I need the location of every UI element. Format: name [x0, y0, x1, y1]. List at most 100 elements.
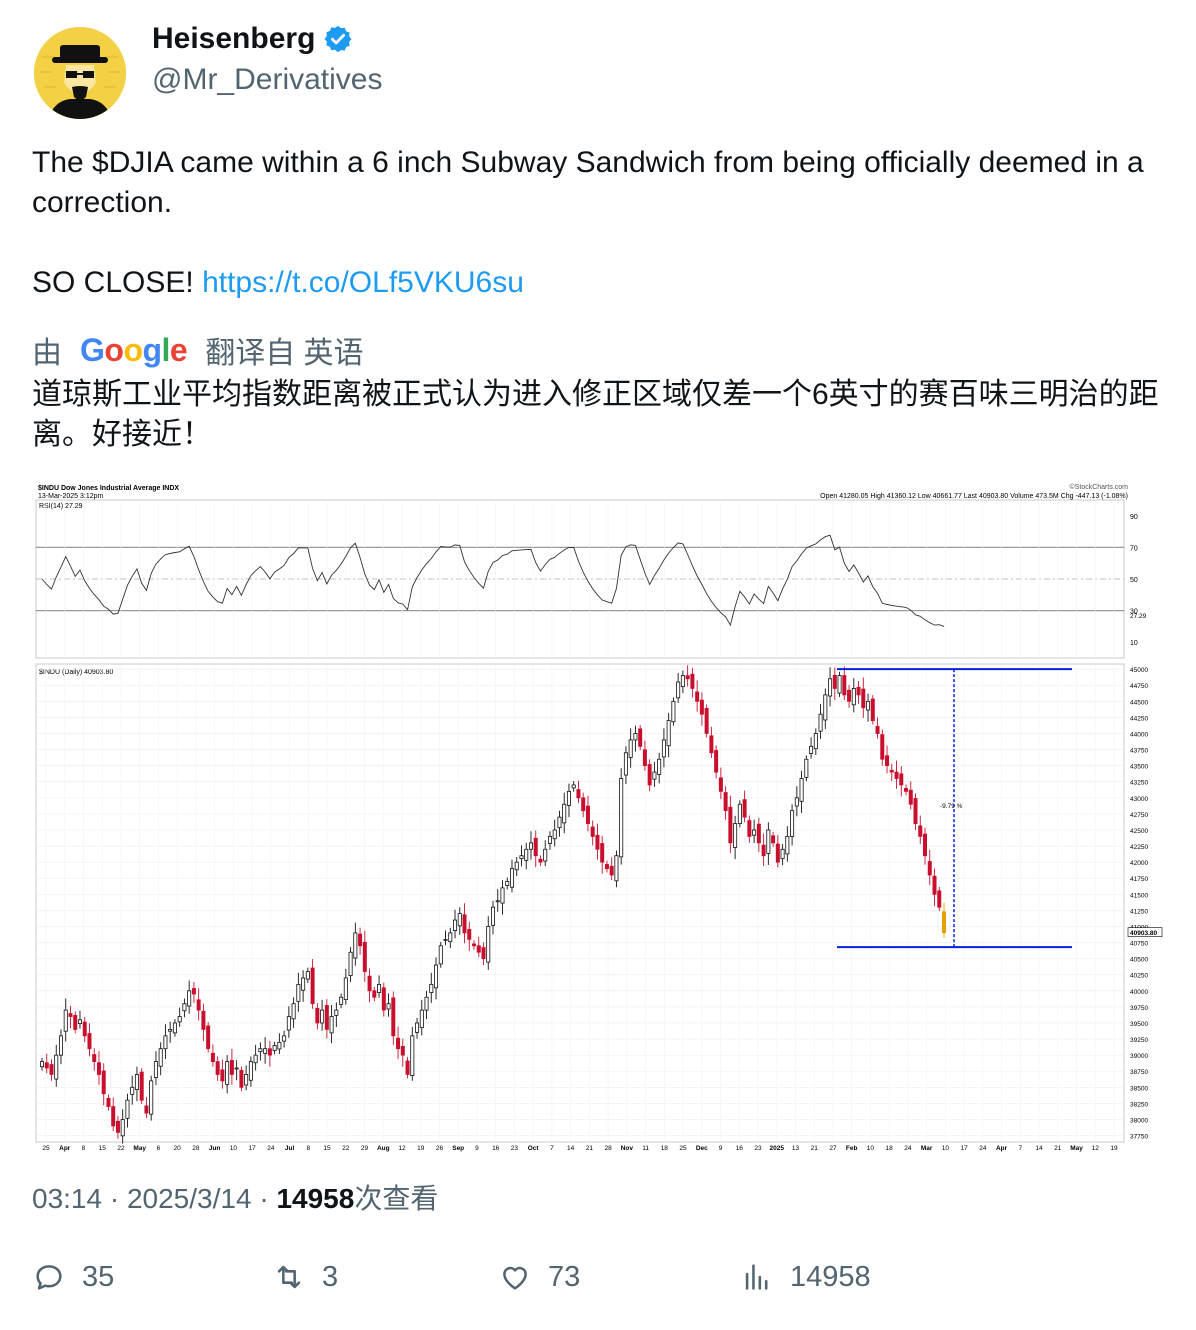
candle-body	[842, 675, 847, 696]
x-tick-7: 7	[550, 1145, 554, 1152]
candle-body	[400, 1046, 405, 1056]
drawdown-annotation: -9.79 %	[940, 803, 963, 810]
candle-body	[642, 749, 647, 767]
candle-body	[690, 673, 695, 689]
candle-body	[225, 1061, 230, 1085]
candle-body	[894, 771, 899, 779]
candle-body	[481, 947, 486, 960]
candle-body	[937, 890, 942, 908]
candle-body	[818, 713, 823, 732]
rsi-tick-90: 90	[1130, 514, 1138, 521]
x-tick-23: 23	[754, 1145, 762, 1152]
candle-body	[277, 1041, 282, 1050]
candle-body	[718, 777, 723, 792]
candle-body	[168, 1029, 173, 1032]
candle-body	[628, 739, 633, 758]
x-tick-24: 24	[904, 1145, 912, 1152]
candle-body	[305, 971, 310, 980]
y-tick-44500: 44500	[1130, 699, 1148, 706]
translate-attribution[interactable]: 由 Google 翻译自 英语	[32, 328, 364, 372]
x-tick-Nov: Nov	[621, 1145, 634, 1152]
candle-body	[324, 1005, 329, 1030]
candle-body	[908, 789, 913, 805]
candle-body	[315, 1007, 320, 1024]
candle-body	[296, 983, 301, 1002]
x-tick-14: 14	[1035, 1145, 1043, 1152]
view-count-label: 次查看	[354, 1183, 439, 1214]
google-logo: Google	[80, 331, 188, 368]
candle-body	[737, 803, 742, 824]
candle-body	[543, 848, 548, 862]
candle-body	[875, 726, 880, 734]
x-tick-6: 6	[157, 1145, 161, 1152]
like-button[interactable]: 73	[498, 1260, 580, 1294]
tweet-meta: 03:14 · 2025/3/14 · 14958次查看	[32, 1183, 439, 1214]
candle-body	[490, 906, 495, 926]
stock-chart-image[interactable]: $INDU Dow Jones Industrial Average INDX 1…	[32, 478, 1166, 1156]
retweet-button[interactable]: 3	[272, 1260, 338, 1294]
views-button[interactable]: 14958	[740, 1260, 871, 1294]
candle-body	[120, 1119, 125, 1137]
avatar[interactable]	[34, 27, 126, 119]
candle-body	[733, 823, 738, 848]
candle-body	[623, 752, 628, 776]
candle-body	[505, 881, 510, 886]
tweet-link[interactable]: https://t.co/OLf5VKU6su	[202, 266, 524, 299]
y-tick-44750: 44750	[1130, 683, 1148, 690]
retweet-icon	[277, 1265, 301, 1289]
y-tick-41750: 41750	[1130, 876, 1148, 883]
x-tick-27: 27	[829, 1145, 837, 1152]
candle-body	[866, 700, 871, 711]
tweet-date[interactable]: 2025/3/14	[127, 1183, 252, 1214]
candle-body	[709, 735, 714, 754]
candle-body	[609, 865, 614, 876]
candle-body	[619, 778, 624, 858]
candle-body	[220, 1069, 225, 1082]
x-tick-22: 22	[342, 1145, 350, 1152]
reply-button[interactable]: 35	[32, 1260, 114, 1294]
y-tick-43250: 43250	[1130, 780, 1148, 787]
retweet-count: 3	[322, 1260, 339, 1293]
candle-body	[125, 1099, 130, 1119]
candle-body	[177, 1016, 182, 1023]
author-handle[interactable]: @Mr_Derivatives	[152, 63, 383, 97]
tweet-time[interactable]: 03:14	[32, 1183, 102, 1214]
y-tick-44000: 44000	[1130, 731, 1148, 738]
tweet-text-prefix: SO CLOSE!	[32, 266, 203, 299]
translated-text: 道琼斯工业平均指数距离被正式认为进入修正区域仅差一个6英寸的赛百味三明治的距离。…	[32, 378, 1159, 451]
x-tick-12: 12	[398, 1145, 406, 1152]
candle-body	[187, 990, 192, 1007]
candle-body	[472, 943, 477, 947]
candle-body	[201, 1010, 206, 1030]
candle-body	[533, 837, 538, 857]
candle-body	[106, 1097, 111, 1108]
candle-body	[353, 932, 358, 959]
candle-body	[443, 938, 448, 941]
y-tick-44250: 44250	[1130, 715, 1148, 722]
candle-body	[334, 1009, 339, 1016]
verified-badge-icon	[324, 25, 352, 53]
tweet-text-line1: The $DJIA came within a 6 inch Subway Sa…	[32, 146, 1144, 219]
heart-icon	[503, 1266, 527, 1290]
candle-body	[149, 1080, 154, 1115]
candle-body	[927, 861, 932, 876]
candle-body	[348, 951, 353, 977]
candle-body	[904, 788, 909, 792]
candle-body	[191, 988, 196, 995]
x-tick-25: 25	[42, 1145, 50, 1152]
author-name[interactable]: Heisenberg	[152, 22, 315, 56]
y-tick-39500: 39500	[1130, 1021, 1148, 1028]
candle-body	[343, 977, 348, 1000]
candle-body	[590, 826, 595, 837]
candle-body	[476, 945, 481, 953]
candle-body	[775, 843, 780, 863]
candle-body	[130, 1086, 135, 1095]
candle-body	[828, 678, 833, 697]
candle-body	[96, 1062, 101, 1075]
x-tick-24: 24	[267, 1145, 275, 1152]
y-tick-42750: 42750	[1130, 812, 1148, 819]
candle-body	[794, 797, 799, 807]
candle-body	[942, 911, 947, 934]
candle-body	[870, 698, 875, 722]
y-tick-40250: 40250	[1130, 973, 1148, 980]
